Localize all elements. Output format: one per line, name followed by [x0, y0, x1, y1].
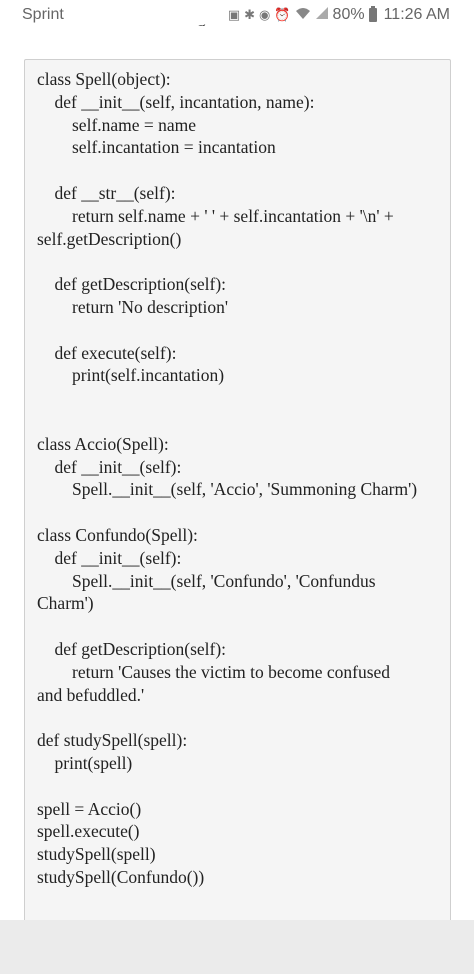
wifi-icon	[295, 6, 311, 24]
code-line: def __init__(self):	[37, 456, 182, 477]
status-bar: Sprint ▣ ✱ ◉ ⏰ 80% 11:26 AM	[0, 0, 474, 30]
carrier-label: Sprint	[22, 6, 64, 23]
code-line: def __str__(self):	[37, 183, 176, 203]
code-line: class Spell(object):	[37, 69, 171, 89]
code-line: Charm')	[37, 593, 94, 614]
battery-icon	[368, 6, 377, 22]
code-line: def __init__(self):	[37, 547, 182, 568]
code-block: class Spell(object): def __init__(self, …	[24, 59, 451, 925]
code-line: return self.name + ' ' + self.incantatio…	[37, 205, 394, 226]
code-line: def execute(self):	[37, 342, 177, 363]
code-line: studySpell(spell)	[37, 844, 156, 865]
page-content: g class Spell(object): def __init__(self…	[0, 18, 474, 925]
status-icons: ▣ ✱ ◉ ⏰ 80% 11:26 AM	[228, 6, 450, 24]
code-line: self.name = name	[37, 114, 197, 135]
code-line: return 'No description'	[37, 297, 228, 317]
code-line: def getDescription(self):	[37, 639, 227, 659]
code-line: print(self.incantation)	[37, 365, 225, 386]
code-line: return 'Causes the victim to become conf…	[37, 661, 391, 682]
code-line: def getDescription(self):	[37, 274, 227, 295]
alarm-icon: ⏰	[274, 7, 291, 22]
code-line: Spell.__init__(self, 'Confundo', 'Confun…	[37, 570, 376, 591]
signal-icon	[315, 6, 329, 24]
code-line: print(spell)	[37, 753, 133, 773]
code-line: self.incantation = incantation	[37, 137, 276, 158]
clock: 11:26 AM	[383, 6, 450, 23]
code-line: class Confundo(Spell):	[37, 525, 198, 545]
bluetooth-icon: ✱	[244, 7, 256, 22]
battery-percent: 80%	[332, 6, 365, 23]
bottom-strip	[0, 920, 474, 974]
code-line: class Accio(Spell):	[37, 433, 169, 454]
code-line: spell.execute()	[37, 821, 140, 842]
code-line: spell = Accio()	[37, 798, 142, 819]
code-line: def __init__(self, incantation, name):	[37, 91, 315, 112]
code-line: self.getDescription()	[37, 228, 182, 249]
clipped-heading: g	[196, 18, 236, 26]
voicemail-icon: ◉	[259, 7, 271, 22]
code-line: studySpell(Confundo())	[37, 867, 205, 887]
code-line: and befuddled.'	[37, 684, 145, 705]
code-line: def studySpell(spell):	[37, 730, 188, 751]
code-line: Spell.__init__(self, 'Accio', 'Summoning…	[37, 479, 418, 500]
